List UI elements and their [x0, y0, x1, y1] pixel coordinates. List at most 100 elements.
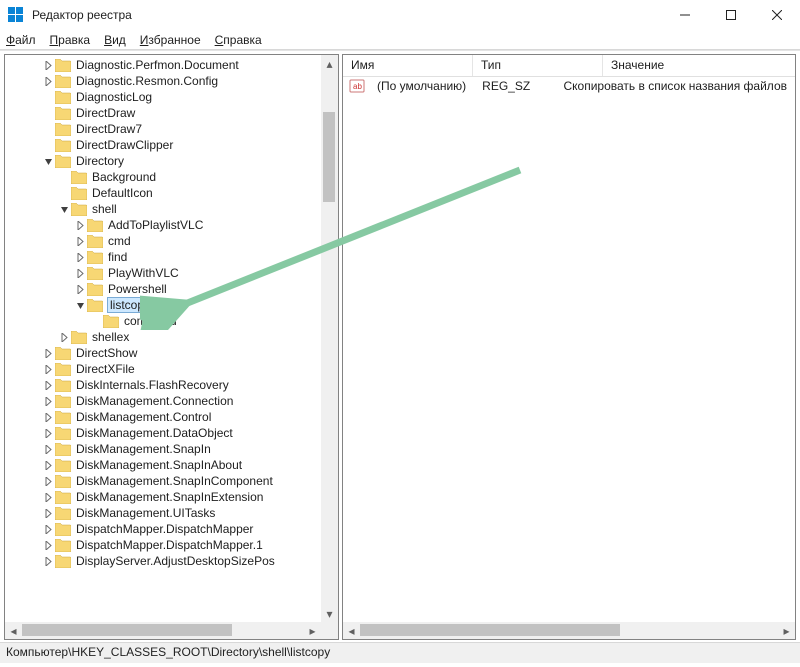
- tree-item[interactable]: DirectXFile: [5, 361, 338, 377]
- menu-favorites[interactable]: Избранное: [140, 33, 201, 47]
- value-row[interactable]: ab(По умолчанию)REG_SZСкопировать в спис…: [343, 77, 795, 95]
- expand-icon[interactable]: [41, 474, 55, 488]
- folder-icon: [55, 347, 71, 360]
- expand-icon[interactable]: [41, 554, 55, 568]
- tree-item[interactable]: DiskManagement.SnapIn: [5, 441, 338, 457]
- expand-icon[interactable]: [73, 218, 87, 232]
- tree-item-label: DiskManagement.SnapInAbout: [75, 457, 243, 473]
- status-path: Компьютер\HKEY_CLASSES_ROOT\Directory\sh…: [6, 645, 330, 659]
- expand-icon[interactable]: [41, 426, 55, 440]
- expand-icon[interactable]: [41, 58, 55, 72]
- tree-item-label: DispatchMapper.DispatchMapper: [75, 521, 254, 537]
- values-pane: Имя Тип Значение ab(По умолчанию)REG_SZС…: [342, 54, 796, 640]
- tree-item[interactable]: Diagnostic.Perfmon.Document: [5, 57, 338, 73]
- expand-icon[interactable]: [41, 410, 55, 424]
- tree-item-label: DisplayServer.AdjustDesktopSizePos: [75, 553, 276, 569]
- menu-help[interactable]: Справка: [215, 33, 262, 47]
- column-header-name[interactable]: Имя: [343, 55, 473, 76]
- tree-item[interactable]: DirectDraw7: [5, 121, 338, 137]
- minimize-button[interactable]: [662, 0, 708, 30]
- tree-item[interactable]: Directory: [5, 153, 338, 169]
- maximize-button[interactable]: [708, 0, 754, 30]
- tree-item[interactable]: DiskManagement.SnapInExtension: [5, 489, 338, 505]
- expand-icon[interactable]: [41, 346, 55, 360]
- tree-item[interactable]: shell: [5, 201, 338, 217]
- tree-item-label[interactable]: listcopy: [107, 297, 153, 313]
- scroll-thumb[interactable]: [360, 624, 620, 636]
- column-header-value[interactable]: Значение: [603, 55, 795, 76]
- expand-icon[interactable]: [41, 362, 55, 376]
- expand-icon[interactable]: [41, 442, 55, 456]
- tree-item-label: DirectDrawClipper: [75, 137, 174, 153]
- tree-item[interactable]: Background: [5, 169, 338, 185]
- tree-item[interactable]: command: [5, 313, 338, 329]
- scroll-right-arrow-icon[interactable]: ▸: [304, 622, 321, 639]
- tree-vertical-scrollbar[interactable]: ▴ ▾: [321, 55, 338, 622]
- scroll-left-arrow-icon[interactable]: ◂: [343, 622, 360, 639]
- tree-item[interactable]: DefaultIcon: [5, 185, 338, 201]
- expand-icon[interactable]: [57, 330, 71, 344]
- tree-horizontal-scrollbar[interactable]: ◂ ▸: [5, 622, 321, 639]
- tree-item[interactable]: DispatchMapper.DispatchMapper.1: [5, 537, 338, 553]
- collapse-icon[interactable]: [57, 202, 71, 216]
- close-button[interactable]: [754, 0, 800, 30]
- title-bar: Редактор реестра: [0, 0, 800, 30]
- tree-item-label: Directory: [75, 153, 125, 169]
- tree-item[interactable]: PlayWithVLC: [5, 265, 338, 281]
- tree-item[interactable]: DiskManagement.Control: [5, 409, 338, 425]
- tree-item[interactable]: shellex: [5, 329, 338, 345]
- scroll-thumb[interactable]: [22, 624, 232, 636]
- tree-item[interactable]: DiskManagement.SnapInAbout: [5, 457, 338, 473]
- tree-item[interactable]: DispatchMapper.DispatchMapper: [5, 521, 338, 537]
- expand-icon[interactable]: [41, 522, 55, 536]
- menu-edit[interactable]: Правка: [50, 33, 91, 47]
- scroll-down-arrow-icon[interactable]: ▾: [321, 605, 338, 622]
- tree-item[interactable]: DiskManagement.UITasks: [5, 505, 338, 521]
- tree-item-label: Diagnostic.Perfmon.Document: [75, 57, 240, 73]
- expand-icon[interactable]: [41, 490, 55, 504]
- tree-item[interactable]: DiskManagement.Connection: [5, 393, 338, 409]
- tree-item[interactable]: AddToPlaylistVLC: [5, 217, 338, 233]
- values-list[interactable]: ab(По умолчанию)REG_SZСкопировать в спис…: [343, 77, 795, 95]
- tree-item[interactable]: Powershell: [5, 281, 338, 297]
- tree-item[interactable]: DirectShow: [5, 345, 338, 361]
- svg-text:ab: ab: [353, 82, 362, 91]
- tree-item[interactable]: DiskInternals.FlashRecovery: [5, 377, 338, 393]
- menu-bar: Файл Правка Вид Избранное Справка: [0, 30, 800, 50]
- tree-item-label: DiskManagement.DataObject: [75, 425, 234, 441]
- registry-tree[interactable]: Diagnostic.Perfmon.DocumentDiagnostic.Re…: [5, 55, 338, 569]
- values-horizontal-scrollbar[interactable]: ◂ ▸: [343, 622, 795, 639]
- scroll-up-arrow-icon[interactable]: ▴: [321, 55, 338, 72]
- expand-icon[interactable]: [41, 378, 55, 392]
- expand-icon[interactable]: [73, 266, 87, 280]
- tree-item[interactable]: cmd: [5, 233, 338, 249]
- scroll-right-arrow-icon[interactable]: ▸: [778, 622, 795, 639]
- tree-item[interactable]: DiagnosticLog: [5, 89, 338, 105]
- expand-icon[interactable]: [41, 538, 55, 552]
- tree-item[interactable]: DirectDraw: [5, 105, 338, 121]
- folder-icon: [103, 315, 119, 328]
- expand-icon[interactable]: [73, 250, 87, 264]
- tree-item[interactable]: find: [5, 249, 338, 265]
- expand-icon[interactable]: [41, 394, 55, 408]
- expand-icon[interactable]: [73, 234, 87, 248]
- expand-icon[interactable]: [41, 506, 55, 520]
- tree-item[interactable]: DiskManagement.SnapInComponent: [5, 473, 338, 489]
- menu-file[interactable]: Файл: [6, 33, 36, 47]
- expand-icon[interactable]: [73, 282, 87, 296]
- tree-item[interactable]: Diagnostic.Resmon.Config: [5, 73, 338, 89]
- collapse-icon[interactable]: [41, 154, 55, 168]
- menu-view[interactable]: Вид: [104, 33, 126, 47]
- folder-icon: [55, 555, 71, 568]
- tree-item[interactable]: DirectDrawClipper: [5, 137, 338, 153]
- tree-item[interactable]: DisplayServer.AdjustDesktopSizePos: [5, 553, 338, 569]
- tree-item[interactable]: DiskManagement.DataObject: [5, 425, 338, 441]
- expand-icon[interactable]: [41, 458, 55, 472]
- column-header-type[interactable]: Тип: [473, 55, 603, 76]
- tree-item-label: Diagnostic.Resmon.Config: [75, 73, 219, 89]
- expand-icon[interactable]: [41, 74, 55, 88]
- scroll-thumb[interactable]: [323, 112, 335, 202]
- tree-item[interactable]: listcopy: [5, 297, 338, 313]
- scroll-left-arrow-icon[interactable]: ◂: [5, 622, 22, 639]
- collapse-icon[interactable]: [73, 298, 87, 312]
